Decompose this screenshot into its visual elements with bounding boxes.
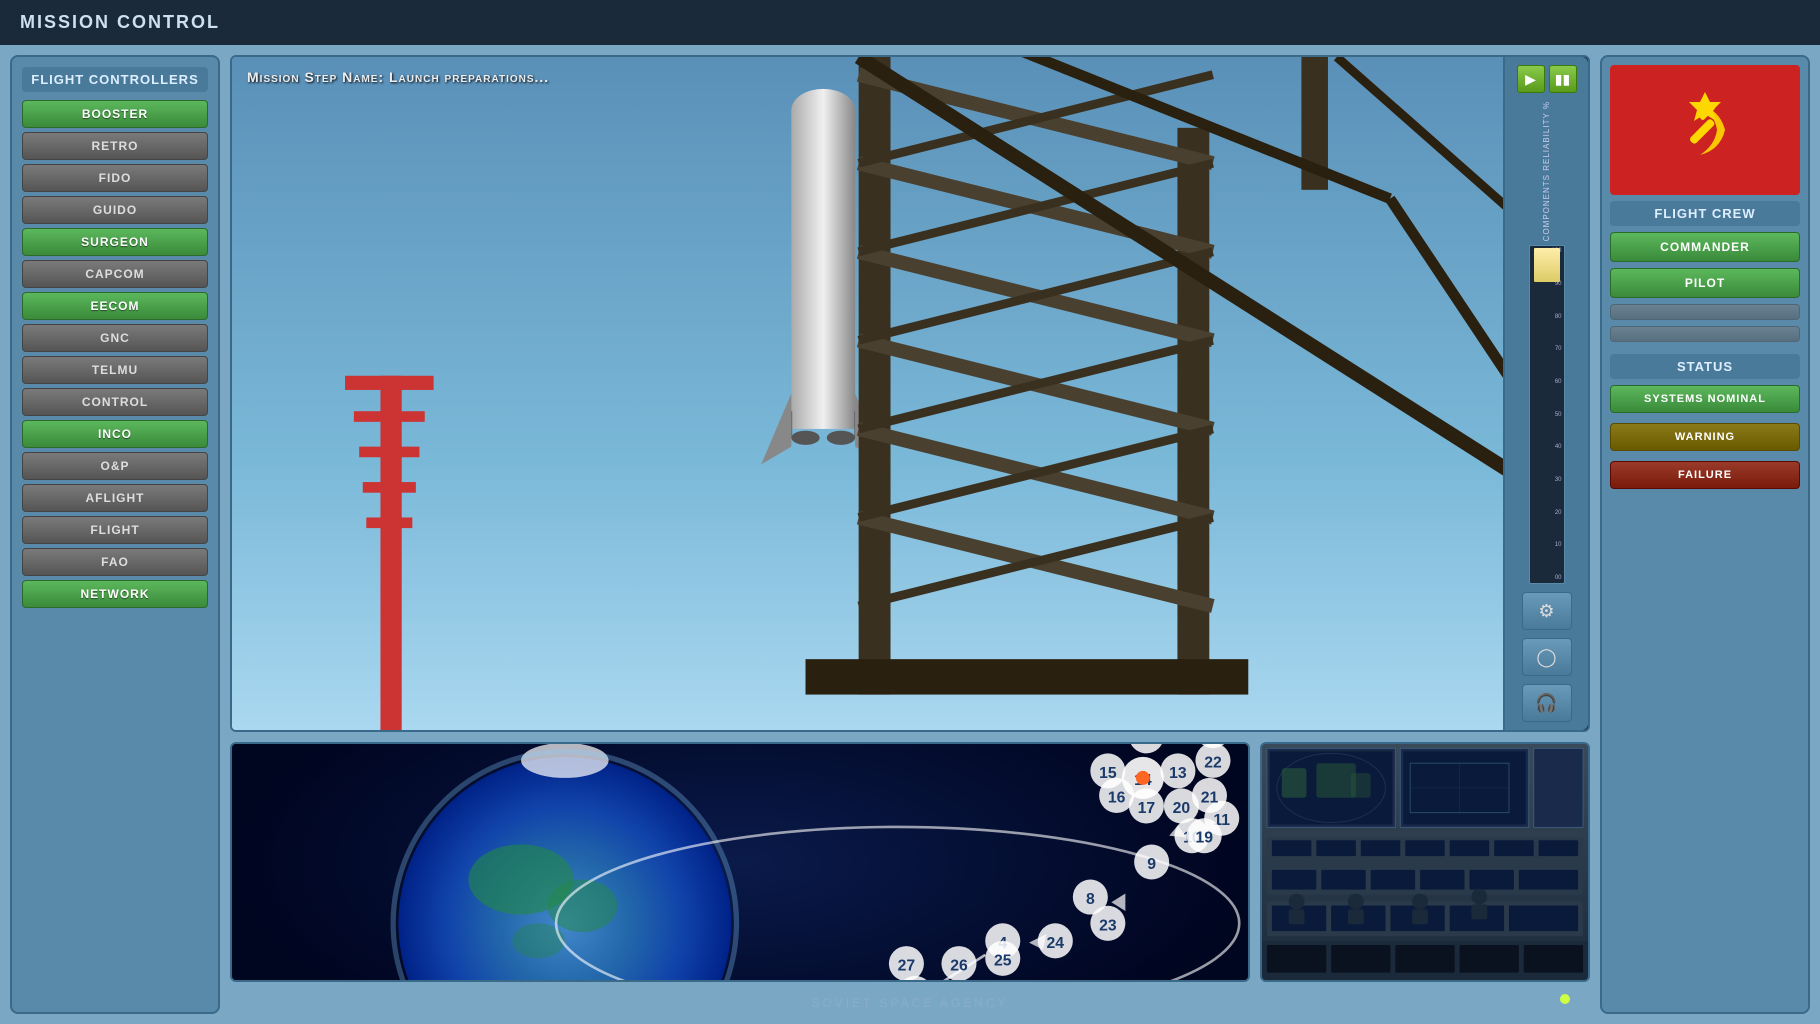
- svg-text:8: 8: [1086, 891, 1095, 908]
- soviet-flag: [1610, 65, 1800, 195]
- footer-text: Soviet Space Agency: [811, 996, 1008, 1010]
- mission-control-svg: [1262, 744, 1588, 980]
- controller-btn-capcom[interactable]: CAPCOM: [22, 260, 208, 288]
- crew-slot-3: [1610, 304, 1800, 320]
- failure-button[interactable]: Failure: [1610, 461, 1800, 489]
- svg-text:17: 17: [1138, 800, 1156, 817]
- main-layout: Flight Controllers BOOSTER RETRO FIDO GUIDO…: [0, 45, 1820, 1024]
- headphones-button[interactable]: 🎧: [1522, 684, 1572, 722]
- video-content: Mission Step Name: Launch preparations..…: [232, 57, 1503, 730]
- svg-text:19: 19: [1195, 830, 1213, 847]
- svg-text:13: 13: [1169, 765, 1187, 782]
- reliability-gauge: Components Reliability % 100 90 80 70 60…: [1517, 101, 1577, 584]
- controller-btn-control[interactable]: CONTROL: [22, 388, 208, 416]
- controller-btn-telmu[interactable]: TELMU: [22, 356, 208, 384]
- svg-text:25: 25: [994, 952, 1012, 969]
- controller-btn-eecom[interactable]: EECOM: [22, 292, 208, 320]
- systems-nominal-button[interactable]: Systems Nominal: [1610, 385, 1800, 413]
- controller-btn-aflight[interactable]: AFLIGHT: [22, 484, 208, 512]
- reliability-label: Components Reliability %: [1542, 101, 1551, 241]
- controller-btn-op[interactable]: O&P: [22, 452, 208, 480]
- flight-controllers-title: Flight Controllers: [22, 67, 208, 92]
- svg-text:22: 22: [1204, 754, 1222, 771]
- controller-btn-surgeon[interactable]: SURGEON: [22, 228, 208, 256]
- svg-text:20: 20: [1173, 800, 1191, 817]
- controller-btn-retro[interactable]: RETRO: [22, 132, 208, 160]
- svg-text:21: 21: [1201, 789, 1219, 806]
- orbit-svg: 5 6 7 1 2 3: [232, 744, 1248, 980]
- flight-crew-title: Flight Crew: [1610, 201, 1800, 226]
- controller-btn-gnc[interactable]: GNC: [22, 324, 208, 352]
- svg-text:27: 27: [898, 958, 916, 975]
- footer-area: Soviet Space Agency: [230, 992, 1590, 1014]
- controller-btn-guido[interactable]: GUIDO: [22, 196, 208, 224]
- play-button[interactable]: ▶: [1517, 65, 1545, 93]
- controller-btn-fao[interactable]: FAO: [22, 548, 208, 576]
- orbit-panel: 5 6 7 1 2 3: [230, 742, 1250, 982]
- svg-text:24: 24: [1047, 935, 1065, 952]
- controller-btn-network[interactable]: NETWORK: [22, 580, 208, 608]
- video-sidebar: ▶ ▮▮ Components Reliability % 100 90 80 …: [1503, 57, 1588, 730]
- center-panel: Mission Step Name: Launch preparations..…: [230, 55, 1590, 1014]
- right-panel: Flight Crew Commander Pilot Status Syste…: [1600, 55, 1810, 1014]
- rocket-scene: [232, 57, 1503, 730]
- warning-button[interactable]: Warning: [1610, 423, 1800, 451]
- commander-button[interactable]: Commander: [1610, 232, 1800, 262]
- mission-control-panel: [1260, 742, 1590, 982]
- pause-button[interactable]: ▮▮: [1549, 65, 1577, 93]
- controller-btn-fido[interactable]: FIDO: [22, 164, 208, 192]
- controller-btn-inco[interactable]: INCO: [22, 420, 208, 448]
- svg-text:9: 9: [1147, 856, 1156, 873]
- app-title: Mission Control: [20, 12, 220, 33]
- gauge-scale: 100 90 80 70 60 50 40 30 20 10 00: [1530, 246, 1564, 583]
- controllers-list: BOOSTER RETRO FIDO GUIDO SURGEON CAPCOM EECOM G…: [22, 100, 208, 612]
- svg-text:23: 23: [1099, 917, 1117, 934]
- status-title: Status: [1610, 354, 1800, 379]
- svg-text:18: 18: [1138, 744, 1156, 747]
- status-dot: [1560, 994, 1570, 1004]
- controller-btn-flight[interactable]: FLIGHT: [22, 516, 208, 544]
- svg-text:16: 16: [1108, 789, 1126, 806]
- settings-button[interactable]: ⚙: [1522, 592, 1572, 630]
- pilot-button[interactable]: Pilot: [1610, 268, 1800, 298]
- video-area: Mission Step Name: Launch preparations..…: [230, 55, 1590, 732]
- left-panel: Flight Controllers BOOSTER RETRO FIDO GUIDO…: [10, 55, 220, 1014]
- playback-controls: ▶ ▮▮: [1517, 65, 1577, 93]
- rocket-svg: [232, 57, 1503, 730]
- crew-slot-4: [1610, 326, 1800, 342]
- flag-svg: [1645, 80, 1765, 180]
- bottom-panels: 5 6 7 1 2 3: [230, 742, 1590, 982]
- mission-step-label: Mission Step Name: Launch preparations..…: [247, 69, 549, 85]
- gauge-bar: 100 90 80 70 60 50 40 30 20 10 00: [1529, 245, 1565, 584]
- gauge-fill: [1534, 248, 1560, 282]
- controller-btn-booster[interactable]: BOOSTER: [22, 100, 208, 128]
- top-bar: Mission Control: [0, 0, 1820, 45]
- circle-button[interactable]: ◯: [1522, 638, 1572, 676]
- svg-text:26: 26: [950, 958, 968, 975]
